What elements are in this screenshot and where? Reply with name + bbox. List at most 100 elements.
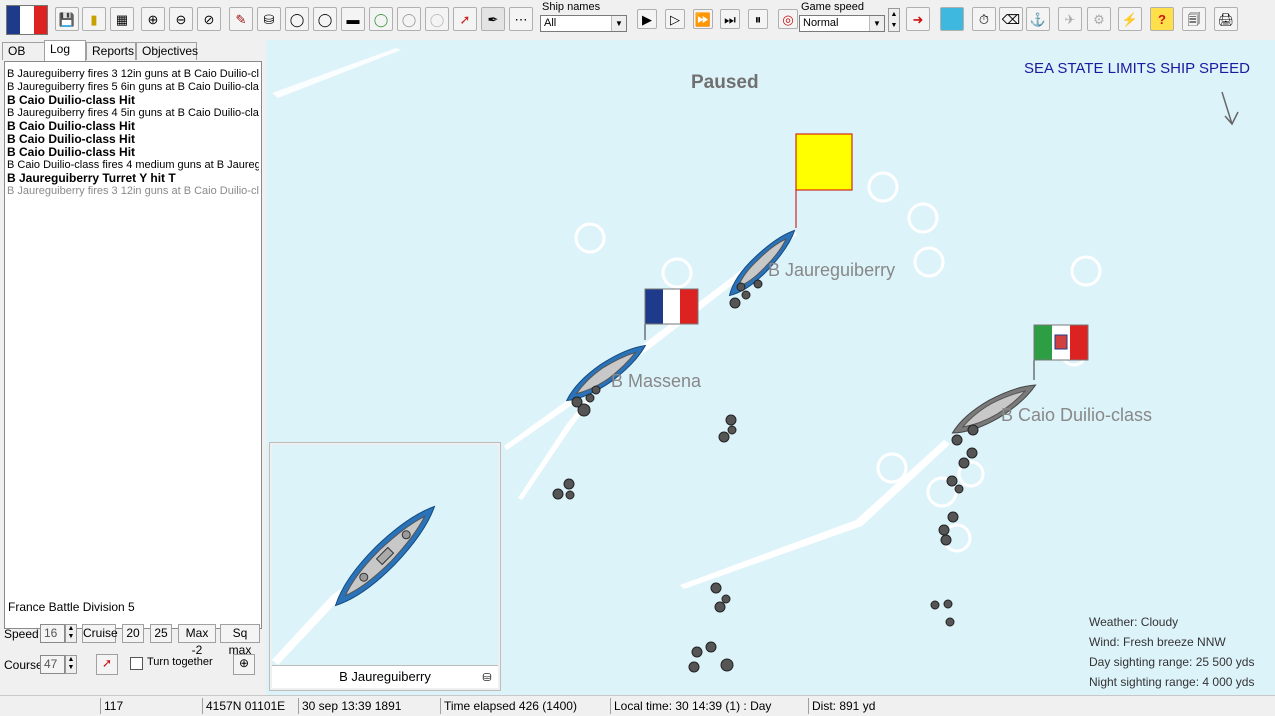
log-entry: B Jaureguiberry fires 3 12in guns at B C… bbox=[7, 185, 259, 197]
status-elapsed: Time elapsed 426 (1400) bbox=[440, 698, 610, 714]
zoom-in-icon[interactable]: ⊕ bbox=[141, 7, 165, 31]
nation-flag-button[interactable] bbox=[6, 5, 48, 35]
paused-indicator: Paused bbox=[691, 72, 759, 93]
tab-ob[interactable]: OB bbox=[2, 42, 45, 60]
night-sighting-range: Night sighting range: 4 000 yds bbox=[1089, 675, 1255, 689]
game-speed-label: Game speed bbox=[801, 1, 864, 13]
ship-label-caio-duilio[interactable]: B Caio Duilio-class bbox=[1001, 405, 1152, 426]
ship-names-value: All bbox=[544, 17, 557, 29]
speed-input[interactable]: 16 bbox=[40, 624, 65, 643]
target-icon[interactable]: ◎ bbox=[778, 9, 798, 29]
log-entry: B Caio Duilio-class fires 4 medium guns … bbox=[7, 159, 259, 171]
report-icon[interactable]: 🗐 bbox=[1182, 7, 1206, 31]
help-icon[interactable]: ? bbox=[1150, 7, 1174, 31]
aircraft-icon[interactable]: ✈ bbox=[1058, 7, 1082, 31]
speed-spinner[interactable]: ▲ ▼ bbox=[65, 624, 77, 643]
lock-icon[interactable]: ⛁ bbox=[257, 7, 281, 31]
tab-objectives[interactable]: Objectives bbox=[136, 42, 198, 60]
notebook-icon[interactable]: ▮ bbox=[82, 7, 106, 31]
log-entry: B Caio Duilio-class Hit bbox=[7, 94, 136, 107]
weather-info: Weather: Cloudy Wind: Fresh breeze NNW D… bbox=[1089, 612, 1254, 692]
faint-circle-icon[interactable]: ◯ bbox=[425, 7, 449, 31]
range-circle-alt-icon[interactable]: ◯ bbox=[313, 7, 337, 31]
log-entry: B Caio Duilio-class Hit bbox=[7, 146, 136, 159]
dots-icon[interactable]: ⋯ bbox=[509, 7, 533, 31]
lightning-icon[interactable]: ⚡ bbox=[1118, 7, 1142, 31]
speed-label: Speed bbox=[4, 627, 39, 641]
chevron-down-icon: ▼ bbox=[869, 16, 884, 31]
status-position: 4157N 01101E bbox=[202, 698, 298, 714]
red-line-icon[interactable]: ➚ bbox=[453, 7, 477, 31]
speed-25-button[interactable]: 25 bbox=[150, 624, 172, 643]
play-icon[interactable]: ▶ bbox=[637, 9, 657, 29]
lock-icon[interactable]: ⛁ bbox=[480, 671, 494, 685]
course-spinner[interactable]: ▲ ▼ bbox=[65, 655, 77, 674]
day-sighting-range: Day sighting range: 25 500 yds bbox=[1089, 655, 1255, 669]
division-controls: France Battle Division 5 Speed 16 ▲ ▼ Cru… bbox=[4, 593, 262, 693]
status-date: 30 sep 13:39 1891 bbox=[298, 698, 440, 714]
log-entry: B Caio Duilio-class Hit bbox=[7, 120, 136, 133]
game-speed-select[interactable]: Normal ▼ bbox=[799, 15, 885, 32]
eraser-icon[interactable]: ⌫ bbox=[999, 7, 1023, 31]
crosshair-icon[interactable]: ⊕ bbox=[233, 654, 255, 675]
ship-label-jaureguiberry[interactable]: B Jaureguiberry bbox=[768, 260, 895, 281]
zoom-out-icon[interactable]: ⊖ bbox=[169, 7, 193, 31]
stopwatch-icon[interactable]: ⏱ bbox=[972, 7, 996, 31]
turn-together-checkbox[interactable] bbox=[130, 657, 143, 670]
save-icon[interactable]: 💾 bbox=[55, 7, 79, 31]
range-circle-icon[interactable]: ◯ bbox=[285, 7, 309, 31]
tab-log[interactable]: Log bbox=[44, 40, 86, 61]
log-list[interactable]: B Jaureguiberry fires 3 12in guns at B C… bbox=[4, 61, 262, 629]
sq-max-button[interactable]: Sq max bbox=[220, 624, 260, 657]
set-course-arrow-icon[interactable]: ➚ bbox=[96, 654, 118, 675]
ship-icon[interactable]: ⚓ bbox=[1026, 7, 1050, 31]
status-turn: 117 bbox=[100, 698, 200, 714]
faster-forward-icon[interactable]: ⏭ bbox=[720, 9, 740, 29]
game-speed-value: Normal bbox=[803, 17, 839, 29]
sea-view-icon[interactable] bbox=[940, 7, 964, 31]
log-entry: B Caio Duilio-class Hit bbox=[7, 133, 136, 146]
red-arrow-icon[interactable]: ➜ bbox=[906, 7, 930, 31]
wind-condition: Wind: Fresh breeze NNW bbox=[1089, 635, 1226, 649]
brush-icon[interactable]: ✎ bbox=[229, 7, 253, 31]
log-entry: B Jaureguiberry fires 4 5in guns at B Ca… bbox=[7, 107, 259, 119]
inset-ship-view bbox=[272, 505, 436, 665]
status-bar: 117 4157N 01101E 30 sep 13:39 1891 Time … bbox=[0, 695, 1275, 716]
status-local-time: Local time: 30 14:39 (1) : Day bbox=[610, 698, 808, 714]
game-speed-spinner[interactable]: ▲ ▼ bbox=[888, 8, 900, 32]
turn-together-label: Turn together bbox=[147, 656, 213, 668]
ship-names-select[interactable]: All ▼ bbox=[540, 15, 627, 32]
log-entry: B Jaureguiberry fires 5 6in guns at B Ca… bbox=[7, 81, 259, 93]
log-entry: B Jaureguiberry fires 3 12in guns at B C… bbox=[7, 68, 259, 80]
weather-condition: Weather: Cloudy bbox=[1089, 615, 1179, 629]
max-minus-2-button[interactable]: Max -2 bbox=[178, 624, 216, 657]
step-icon[interactable]: ▷ bbox=[665, 9, 685, 29]
left-panel: OB Log Reports Objectives B Jaureguiberr… bbox=[0, 40, 266, 695]
course-label: Course bbox=[4, 658, 43, 672]
gear-icon[interactable]: ⚙ bbox=[1087, 7, 1111, 31]
division-name: France Battle Division 5 bbox=[8, 600, 135, 614]
ship-label-massena[interactable]: B Massena bbox=[611, 371, 701, 392]
selected-ship-inset: B Jaureguiberry ⛁ bbox=[269, 442, 501, 691]
fast-forward-icon[interactable]: ⏩ bbox=[693, 9, 713, 29]
formation-icon[interactable]: ▦ bbox=[110, 7, 134, 31]
pause-icon[interactable]: ⏸ bbox=[748, 9, 768, 29]
print-icon[interactable]: 🖨 bbox=[1214, 7, 1238, 31]
toolbar: 💾 ▮ ▦ ⊕ ⊖ ⊘ ✎ ⛁ ◯ ◯ ▬ ◯ ◯ ◯ ➚ ✒ ⋯ Ship n… bbox=[0, 0, 1275, 41]
status-distance: Dist: 891 yd bbox=[808, 698, 968, 714]
gray-circle-icon[interactable]: ◯ bbox=[397, 7, 421, 31]
log-entry: B Jaureguiberry Turret Y hit T bbox=[7, 172, 176, 185]
speed-20-button[interactable]: 20 bbox=[122, 624, 144, 643]
cruise-button[interactable]: Cruise bbox=[82, 624, 118, 643]
ship-names-label: Ship names bbox=[542, 1, 601, 13]
green-circle-icon[interactable]: ◯ bbox=[369, 7, 393, 31]
chevron-down-icon: ▼ bbox=[611, 16, 626, 31]
pen-icon[interactable]: ✒ bbox=[481, 7, 505, 31]
course-input[interactable]: 47 bbox=[40, 655, 65, 674]
inset-ship-name: B Jaureguiberry bbox=[272, 665, 498, 688]
battle-map[interactable]: Paused SEA STATE LIMITS SHIP SPEED B Jau… bbox=[266, 40, 1275, 695]
line-icon[interactable]: ▬ bbox=[341, 7, 365, 31]
sea-state-warning: SEA STATE LIMITS SHIP SPEED bbox=[1024, 60, 1250, 77]
zoom-fit-icon[interactable]: ⊘ bbox=[197, 7, 221, 31]
tab-reports[interactable]: Reports bbox=[86, 42, 136, 60]
